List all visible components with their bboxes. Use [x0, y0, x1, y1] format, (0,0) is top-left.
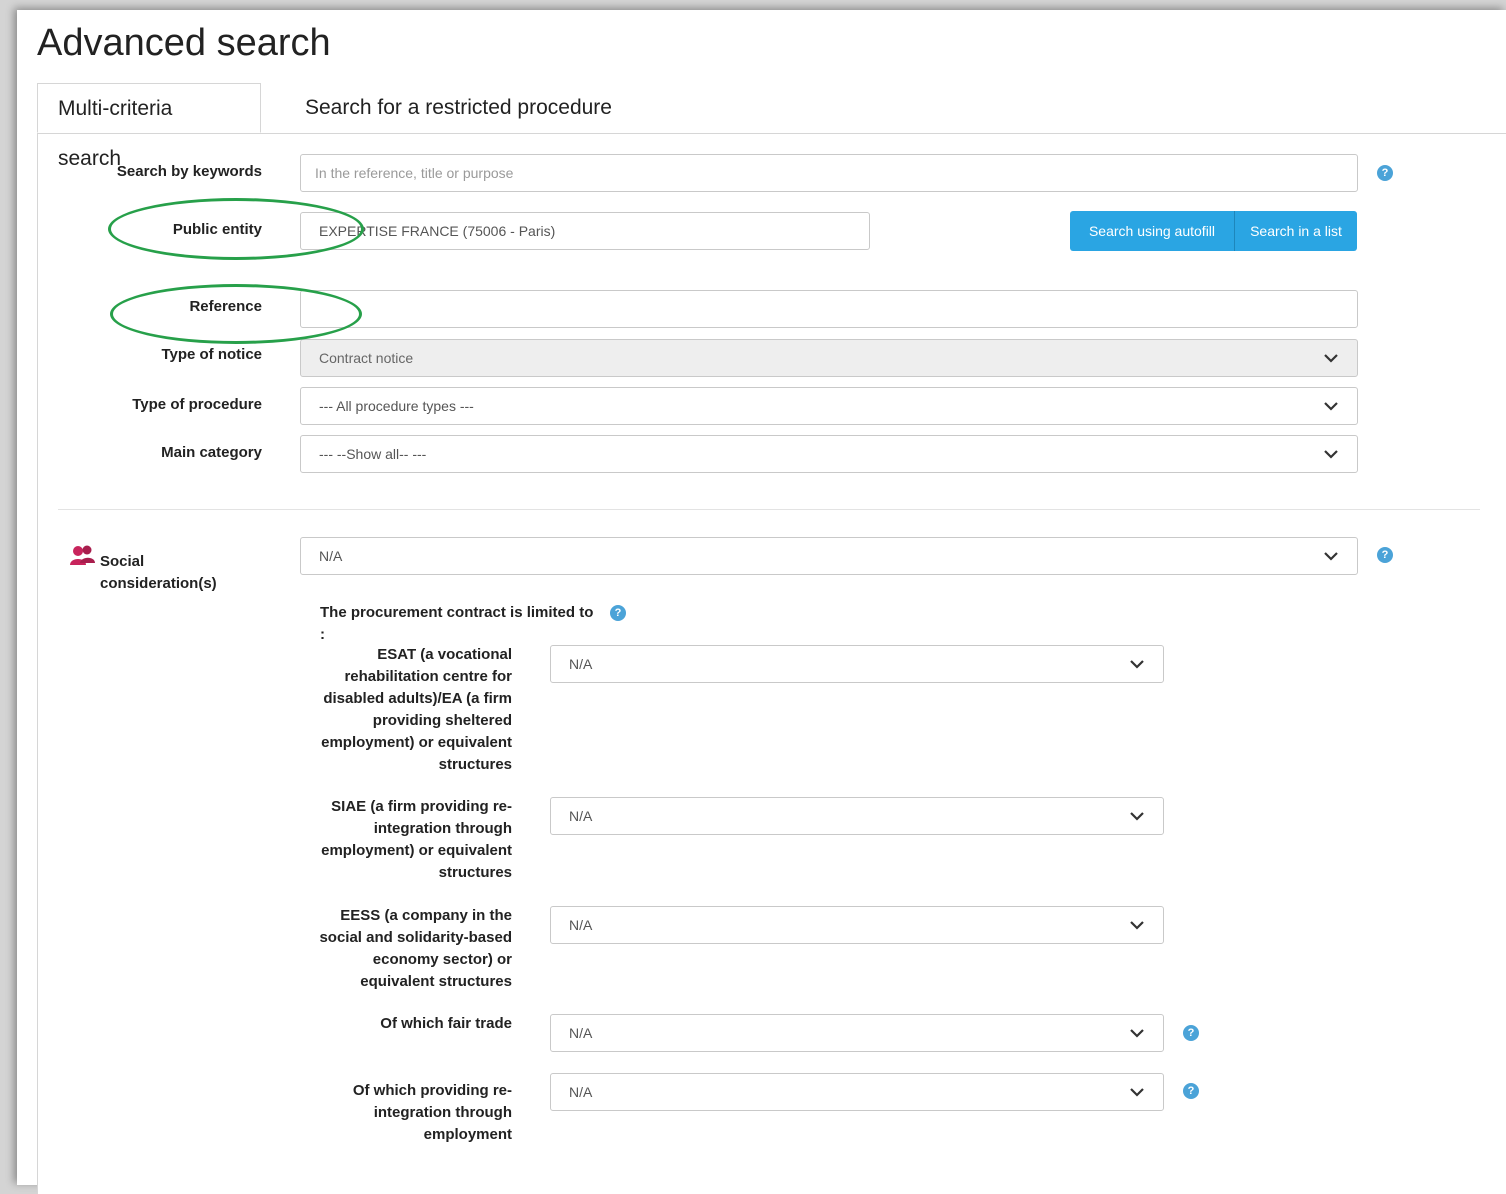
section-divider: [58, 509, 1480, 510]
chevron-down-icon: [1130, 1088, 1144, 1097]
siae-select[interactable]: N/A: [550, 797, 1164, 835]
esat-select[interactable]: N/A: [550, 645, 1164, 683]
social-considerations-select[interactable]: N/A: [300, 537, 1358, 575]
type-of-procedure-value: --- All procedure types ---: [319, 398, 474, 414]
eess-label: EESS (a company in the social and solida…: [319, 907, 512, 990]
reference-input[interactable]: [300, 290, 1358, 328]
search-autofill-button[interactable]: Search using autofill: [1070, 211, 1234, 251]
tab-bar: Multi-criteria search Search for a restr…: [37, 83, 1506, 170]
eess-value: N/A: [569, 917, 593, 933]
reintegration-select[interactable]: N/A: [550, 1073, 1164, 1111]
main-category-value: --- --Show all-- ---: [319, 446, 427, 462]
help-icon[interactable]: ?: [1183, 1083, 1199, 1099]
chevron-down-icon: [1130, 660, 1144, 669]
siae-label: SIAE (a firm providing re-integration th…: [321, 798, 512, 881]
main-category-select[interactable]: --- --Show all-- ---: [300, 435, 1358, 473]
type-of-notice-label: Type of notice: [161, 346, 262, 363]
chevron-down-icon: [1324, 450, 1338, 459]
reference-highlight: [110, 284, 362, 344]
fair-trade-select[interactable]: N/A: [550, 1014, 1164, 1052]
eess-select[interactable]: N/A: [550, 906, 1164, 944]
chevron-down-icon: [1130, 921, 1144, 930]
page-title: Advanced search: [37, 22, 331, 64]
chevron-down-icon: [1130, 1029, 1144, 1038]
keywords-input[interactable]: [300, 154, 1358, 192]
help-icon[interactable]: ?: [1377, 547, 1393, 563]
type-of-notice-select[interactable]: Contract notice: [300, 339, 1358, 377]
social-considerations-label: Social consideration(s): [100, 553, 217, 592]
reintegration-label: Of which providing re-integration throug…: [352, 1082, 512, 1143]
fair-trade-label: Of which fair trade: [380, 1015, 512, 1032]
chevron-down-icon: [1324, 552, 1338, 561]
esat-value: N/A: [569, 656, 593, 672]
fair-trade-value: N/A: [569, 1025, 593, 1041]
main-category-label: Main category: [161, 444, 262, 461]
limited-to-label: The procurement contract is limited to :: [320, 604, 594, 643]
type-of-notice-value: Contract notice: [319, 350, 414, 366]
public-entity-value: EXPERTISE FRANCE (75006 - Paris): [319, 223, 556, 239]
chevron-down-icon: [1130, 812, 1144, 821]
chevron-down-icon: [1324, 402, 1338, 411]
search-list-button[interactable]: Search in a list: [1234, 211, 1357, 251]
help-icon[interactable]: ?: [1377, 165, 1393, 181]
type-of-procedure-select[interactable]: --- All procedure types ---: [300, 387, 1358, 425]
help-icon[interactable]: ?: [1183, 1025, 1199, 1041]
reintegration-value: N/A: [569, 1084, 593, 1100]
tab-restricted-procedure[interactable]: Search for a restricted procedure: [285, 83, 632, 133]
people-icon: [70, 545, 95, 565]
social-considerations-value: N/A: [319, 548, 343, 564]
type-of-procedure-label: Type of procedure: [132, 396, 262, 413]
tab-multi-criteria-search[interactable]: Multi-criteria search: [37, 83, 261, 170]
siae-value: N/A: [569, 808, 593, 824]
esat-label: ESAT (a vocational rehabilitation centre…: [321, 646, 512, 773]
help-icon[interactable]: ?: [610, 605, 626, 621]
chevron-down-icon: [1324, 354, 1338, 363]
public-entity-field[interactable]: EXPERTISE FRANCE (75006 - Paris): [300, 212, 870, 250]
public-entity-highlight: [108, 198, 364, 260]
